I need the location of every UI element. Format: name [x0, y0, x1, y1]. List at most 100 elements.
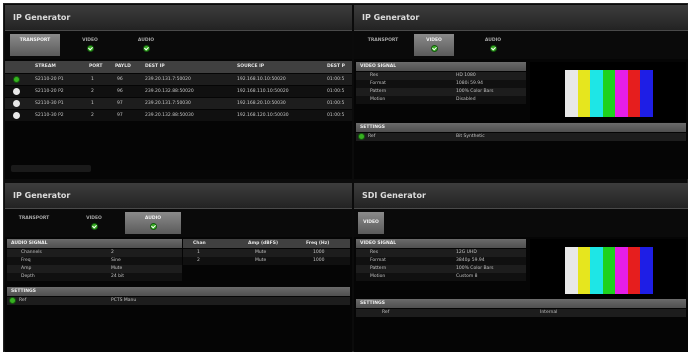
channel-table-header: Chan Amp (dBFS) Freq (Hz) [183, 239, 350, 248]
app-window: IP Generator TRANSPORT VIDEO AUDIO STREA… [3, 3, 688, 352]
col-dest-ip: DEST IP [145, 64, 165, 69]
field-row-channels[interactable]: Channels 2 [7, 249, 182, 257]
field-row-amp[interactable]: Amp Mute [7, 265, 182, 273]
cell-freq: 1000 [313, 250, 325, 255]
cell-port: 2 [91, 89, 94, 94]
field-value: 2 [111, 250, 114, 255]
status-ok-icon [489, 45, 497, 52]
cell-payld: 96 [117, 77, 123, 82]
tab-audio[interactable]: AUDIO [129, 34, 163, 56]
ip-generator-audio-panel: IP Generator TRANSPORT VIDEO AUDIO AUDIO… [5, 183, 352, 352]
cell-source-ip: 192.168.10.10:50020 [237, 77, 286, 82]
tab-video[interactable]: VIDEO [358, 212, 384, 234]
video-preview [530, 239, 686, 299]
field-label: Motion [370, 97, 386, 102]
cell-stream: S2110-20 P1 [35, 77, 64, 82]
col-source-ip: SOURCE IP [237, 64, 265, 69]
cell-port: 1 [91, 101, 94, 106]
table-row[interactable]: S2110-20 P2 2 96 239.20.132.88:50020 192.168… [5, 86, 352, 97]
horizontal-scrollbar[interactable] [11, 165, 91, 172]
cell-payld: 97 [117, 101, 123, 106]
settings-row-ref[interactable]: Ref Internal [356, 309, 686, 317]
sdi-generator-panel: SDI Generator VIDEO VIDEO SIGNAL Res 12G … [354, 183, 688, 352]
field-label: Format [370, 258, 386, 263]
field-value: 24 bit [111, 274, 125, 279]
color-bar [590, 70, 603, 117]
field-row-freq[interactable]: Freq Sine [7, 257, 182, 265]
field-row-format[interactable]: Format 1080i 59.94 [356, 80, 526, 88]
color-bar [602, 70, 616, 117]
cell-freq: 1000 [313, 258, 325, 263]
tab-transport[interactable]: TRANSPORT [360, 34, 406, 56]
color-bar [577, 247, 591, 294]
status-idle-icon [13, 100, 20, 107]
tab-video[interactable]: VIDEO [414, 34, 454, 56]
field-value: HD 1080 [456, 73, 476, 78]
status-ok-icon [142, 45, 150, 52]
field-row-depth[interactable]: Depth 24 bit [7, 273, 182, 281]
field-row-motion[interactable]: Motion Custom 8 [356, 273, 526, 281]
field-label: Pattern [370, 266, 387, 271]
tab-audio[interactable]: AUDIO [476, 34, 510, 56]
cell-source-ip: 192.168.110.10:50020 [237, 89, 289, 94]
color-bar [615, 247, 628, 294]
table-row[interactable]: S2110-20 P1 1 96 239.20.131.7:50020 192.168.… [5, 74, 352, 85]
color-bar [640, 247, 654, 294]
field-row-pattern[interactable]: Pattern 100% Color Bars [356, 88, 526, 96]
cell-dest-p: 01:00:5 [327, 89, 345, 94]
video-signal-header: VIDEO SIGNAL [356, 239, 526, 248]
tab-transport[interactable]: TRANSPORT [10, 34, 60, 56]
cell-stream: S2110-30 P2 [35, 113, 64, 118]
settings-header: SETTINGS [356, 123, 686, 132]
channel-row[interactable]: 2 Mute 1000 [183, 257, 350, 265]
settings-header: SETTINGS [356, 299, 686, 308]
status-ok-icon [430, 45, 438, 52]
cell-port: 1 [91, 77, 94, 82]
ip-generator-video-panel: IP Generator TRANSPORT VIDEO AUDIO VIDEO… [354, 5, 688, 179]
channel-row[interactable]: 1 Mute 1000 [183, 249, 350, 257]
col-port: PORT [89, 64, 103, 69]
status-ok-icon [9, 297, 16, 304]
field-row-res[interactable]: Res HD 1080 [356, 72, 526, 80]
video-preview [530, 62, 686, 122]
tab-video[interactable]: VIDEO [73, 34, 107, 56]
tab-audio[interactable]: AUDIO [125, 212, 181, 234]
field-label: Motion [370, 274, 386, 279]
color-bar [627, 247, 641, 294]
cell-dest-ip: 239.20.132.88:50020 [145, 89, 194, 94]
color-bar [602, 247, 616, 294]
status-ok-icon [86, 45, 94, 52]
table-row[interactable]: S2110-30 P2 2 97 239.20.132.88:50030 192.168… [5, 110, 352, 121]
field-row-pattern[interactable]: Pattern 100% Color Bars [356, 265, 526, 273]
cell-chan: 1 [197, 250, 200, 255]
tab-bar: TRANSPORT VIDEO AUDIO [354, 31, 688, 59]
field-row-motion[interactable]: Motion Disabled [356, 96, 526, 104]
cell-dest-ip: 239.20.131.7:50020 [145, 77, 191, 82]
field-value: 100% Color Bars [456, 89, 494, 94]
settings-row-ref[interactable]: Ref Bit Synthetic [356, 133, 686, 141]
col-dest-p: DEST P [327, 64, 345, 69]
field-value: Mute [111, 266, 123, 271]
field-row-res[interactable]: Res 12G UHD [356, 249, 526, 257]
color-bars-image [565, 247, 654, 294]
status-ok-icon [149, 223, 157, 230]
tab-video[interactable]: VIDEO [77, 212, 111, 234]
settings-row-ref[interactable]: Ref PCTS Manu [7, 297, 350, 305]
audio-signal-header: AUDIO SIGNAL [7, 239, 182, 248]
cell-port: 2 [91, 113, 94, 118]
cell-dest-p: 01:00:5 [327, 77, 345, 82]
cell-dest-p: 01:00:5 [327, 101, 345, 106]
field-row-format[interactable]: Format 3840p 59.94 [356, 257, 526, 265]
color-bar [627, 70, 641, 117]
panel-title: IP Generator [354, 5, 688, 31]
color-bars-image [565, 70, 654, 117]
cell-source-ip: 192.168.120.10:50030 [237, 113, 289, 118]
panel-title: SDI Generator [354, 183, 688, 209]
field-value: Disabled [456, 97, 476, 102]
tab-transport[interactable]: TRANSPORT [11, 212, 57, 234]
field-value: Sine [111, 258, 121, 263]
cell-stream: S2110-20 P2 [35, 89, 64, 94]
panel-title: IP Generator [5, 5, 352, 31]
video-signal-header: VIDEO SIGNAL [356, 62, 526, 71]
table-row[interactable]: S2110-30 P1 1 97 239.20.131.7:50030 192.168.… [5, 98, 352, 109]
